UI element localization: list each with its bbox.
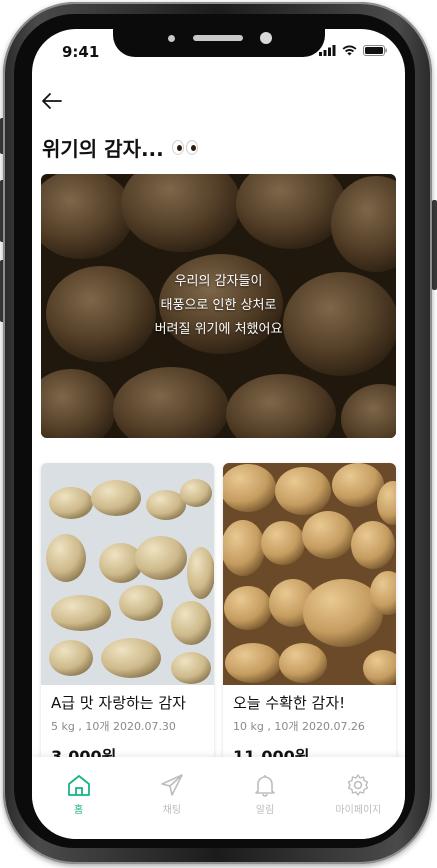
status-time: 9:41 xyxy=(62,43,100,61)
battery-icon xyxy=(363,45,387,56)
page-title: 위기의 감자... xyxy=(42,137,164,161)
tab-chat-label: 채팅 xyxy=(162,805,182,816)
gear-icon xyxy=(348,774,369,796)
hero-banner[interactable]: 우리의 감자들이 태풍으로 인한 상처로 버려질 위기에 처했어요 xyxy=(41,174,396,438)
notch xyxy=(113,29,325,57)
bell-icon xyxy=(255,775,275,797)
power-button xyxy=(432,200,437,290)
cellular-signal-icon xyxy=(319,45,336,56)
product-name: A급 맛 자랑하는 감자 xyxy=(51,694,186,712)
hero-line-1: 우리의 감자들이 xyxy=(174,274,263,289)
page-title-row: 위기의 감자... xyxy=(42,133,198,162)
product-card[interactable]: 오늘 수확한 감자! 10 kg , 10개 2020.07.26 11,000… xyxy=(223,463,396,763)
wifi-icon xyxy=(342,45,357,56)
hero-line-3: 버려질 위기에 처했어요 xyxy=(154,322,283,337)
product-image-fresh-potatoes xyxy=(223,463,396,685)
tab-alerts-label: 알림 xyxy=(255,805,275,816)
product-list: A급 맛 자랑하는 감자 5 kg , 10개 2020.07.30 3,000… xyxy=(41,463,397,763)
tab-mypage-label: 마이페이지 xyxy=(335,805,382,816)
tab-home-label: 홈 xyxy=(74,805,84,816)
product-meta: 10 kg , 10개 2020.07.26 xyxy=(233,720,365,733)
tab-chat[interactable]: 채팅 xyxy=(125,757,218,839)
tab-mypage[interactable]: 마이페이지 xyxy=(312,757,405,839)
tab-home[interactable]: 홈 xyxy=(32,757,125,839)
back-arrow-icon[interactable] xyxy=(40,89,64,113)
status-icons xyxy=(319,45,387,56)
phone-mockup: 9:41 위기의 감자... 우리의 감자들이 태풍으로 인한 상처로 버려질 … xyxy=(0,0,437,868)
hero-text: 우리의 감자들이 태풍으로 인한 상처로 버려질 위기에 처했어요 xyxy=(41,174,396,438)
app-screen: 9:41 위기의 감자... 우리의 감자들이 태풍으로 인한 상처로 버려질 … xyxy=(32,29,405,839)
product-name: 오늘 수확한 감자! xyxy=(233,694,346,712)
send-icon xyxy=(161,774,183,796)
hero-line-2: 태풍으로 인한 상처로 xyxy=(160,298,277,313)
product-card[interactable]: A급 맛 자랑하는 감자 5 kg , 10개 2020.07.30 3,000… xyxy=(41,463,214,763)
product-image-potato-box xyxy=(41,463,214,685)
eyes-emoji-icon xyxy=(171,140,198,155)
bottom-tab-bar: 홈 채팅 알림 마이페이지 xyxy=(32,757,405,839)
product-meta: 5 kg , 10개 2020.07.30 xyxy=(51,720,176,733)
home-icon xyxy=(67,775,90,796)
tab-alerts[interactable]: 알림 xyxy=(219,757,312,839)
